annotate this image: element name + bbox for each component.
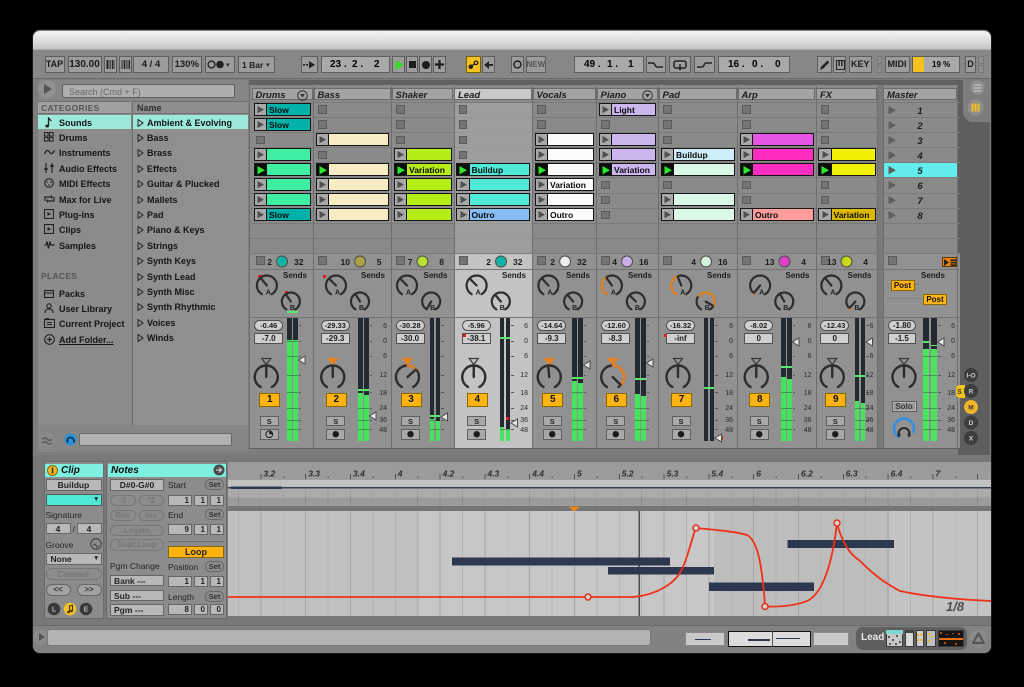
svg-text:A: A [547, 290, 552, 297]
svg-text:S: S [957, 389, 962, 396]
svg-text:B: B [635, 305, 640, 312]
svg-text:B: B [430, 305, 435, 312]
svg-text:A: A [335, 290, 340, 297]
svg-text:B: B [359, 305, 364, 312]
svg-text:I-O: I-O [966, 373, 975, 380]
svg-text:B: B [854, 305, 859, 312]
svg-text:A: A [830, 290, 835, 297]
svg-text:A: A [680, 290, 685, 297]
svg-text:B: B [500, 305, 505, 312]
svg-text:M: M [968, 405, 973, 412]
svg-text:B: B [705, 305, 710, 312]
svg-text:D: D [969, 420, 974, 427]
svg-text:B: B [290, 305, 295, 312]
svg-text:A: A [406, 290, 411, 297]
svg-text:R: R [969, 389, 974, 396]
svg-text:B: B [783, 305, 788, 312]
svg-text:A: A [266, 290, 271, 297]
svg-text:A: A [476, 290, 481, 297]
svg-text:X: X [969, 436, 974, 443]
svg-text:A: A [759, 290, 764, 297]
svg-text:B: B [572, 305, 577, 312]
svg-text:A: A [611, 290, 616, 297]
